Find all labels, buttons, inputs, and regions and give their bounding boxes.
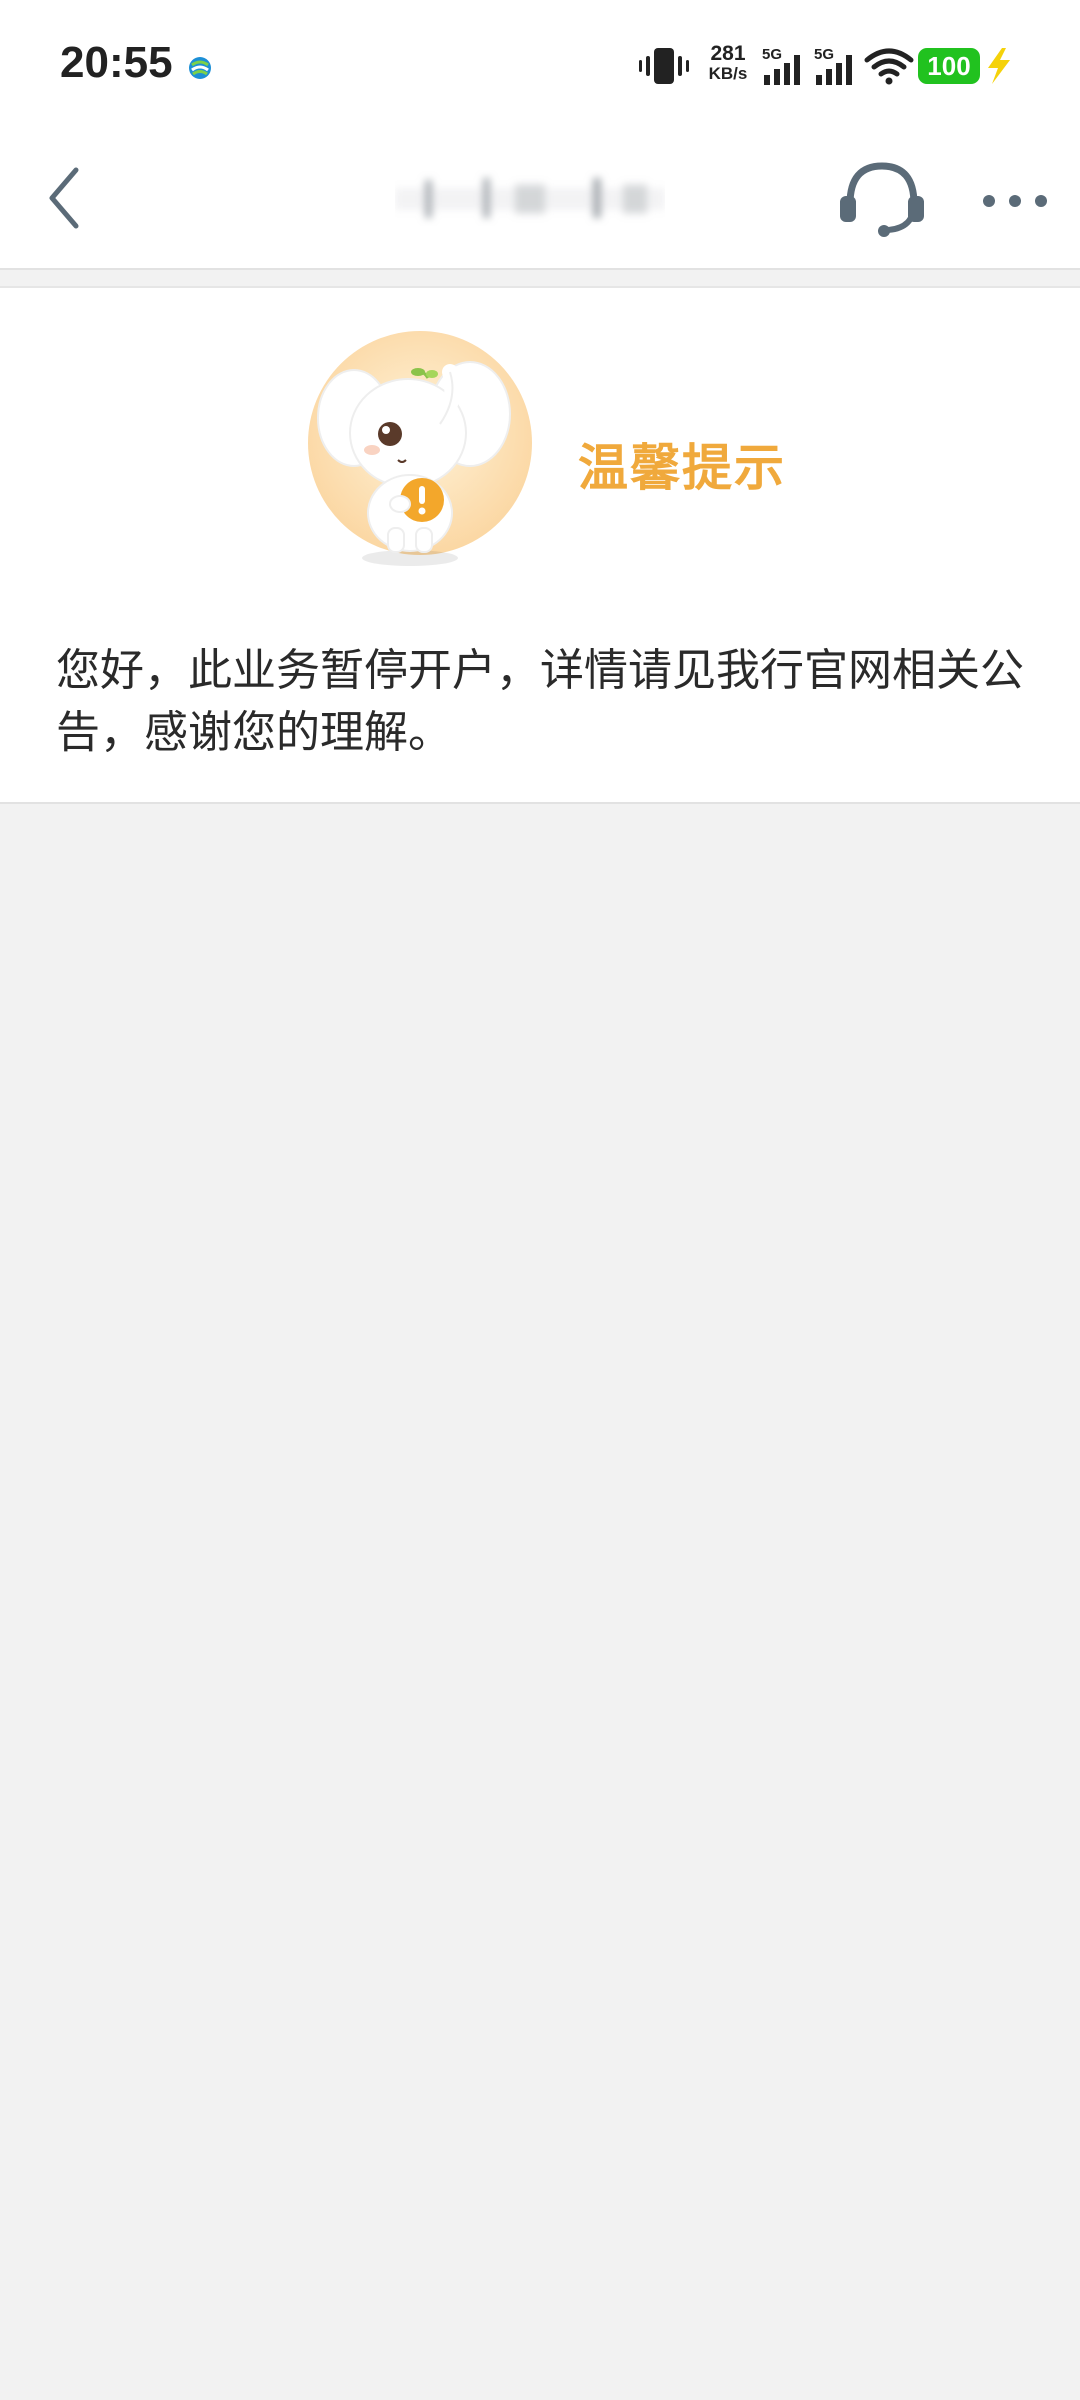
- network-speed-unit: KB/s: [708, 64, 748, 83]
- notice-title: 温馨提示: [578, 439, 786, 497]
- signal-2-label: 5G: [814, 46, 834, 63]
- more-options-button[interactable]: [975, 176, 1055, 226]
- network-speed: 281 KB/s: [698, 42, 758, 84]
- signal-5g-icon: 5G: [762, 46, 800, 85]
- navigation-bar: [0, 130, 1080, 270]
- signal-5g-icon: 5G: [814, 46, 852, 85]
- wifi-icon: [864, 48, 914, 85]
- china-mobile-icon: [184, 52, 216, 84]
- status-icons: 281 KB/s 5G 5G 100: [620, 0, 1080, 130]
- charging-icon: [988, 48, 1010, 84]
- status-bar: 20:55 281 KB/s 5G 5G 100: [0, 0, 1080, 130]
- signal-1-label: 5G: [762, 46, 782, 63]
- vibrate-icon: [639, 48, 689, 84]
- back-button[interactable]: [38, 158, 98, 238]
- elephant-mascot-icon: [308, 331, 532, 566]
- notice-message: 您好，此业务暂停开户，详情请见我行官网相关公告，感谢您的理解。: [56, 645, 1024, 758]
- page-title: [395, 170, 665, 226]
- status-time: 20:55: [60, 38, 173, 87]
- notice-card: 温馨提示 您好，此业务暂停开户，详情请见我行官网相关公告，感谢您的理解。: [0, 286, 1080, 804]
- blurred-title-image: [395, 178, 665, 218]
- battery-indicator: 100: [918, 48, 980, 84]
- network-speed-value: 281: [710, 42, 746, 65]
- customer-service-button[interactable]: [838, 154, 926, 244]
